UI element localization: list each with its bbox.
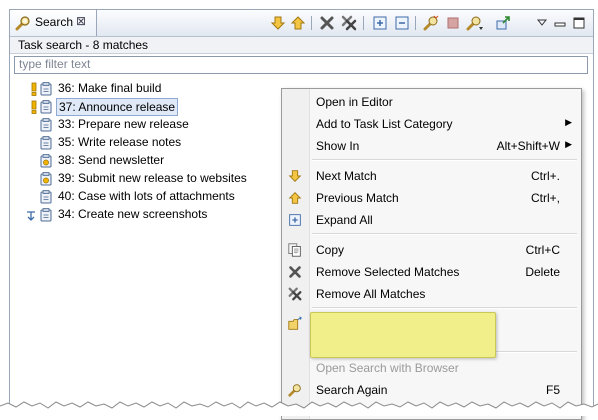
submenu-arrow-icon: ▶ [565,139,572,149]
menu-item-add-to-category[interactable]: Add to Task List Category ▶ [284,113,578,135]
task-row[interactable]: 37: Announce release [10,98,310,116]
close-icon[interactable]: ⊠ [76,14,86,28]
menu-item-label: Next Match [316,169,377,183]
menu-item-shortcut: Ctrl+. [530,169,560,183]
menu-item-shortcut: Ctrl+, [530,191,560,205]
menu-item-shortcut: Ctrl+C [525,243,560,257]
menu-item-label: Search Again [316,383,388,397]
maximize-icon[interactable] [570,14,588,32]
status-line: Task search - 8 matches [10,37,593,54]
pin-icon[interactable] [494,14,512,32]
menu-item-label: Previous Match [316,191,399,205]
submenu-arrow-icon: ▶ [565,117,572,127]
create-query-icon [287,316,303,332]
priority-icon [29,100,39,114]
menu-item-label: Open in Editor [316,95,393,109]
menu-item-label: Remove All Matches [316,287,426,301]
menu-item-open-in-editor[interactable]: Open in Editor [284,91,578,113]
task-label: 36: Make final build [58,81,162,95]
task-row[interactable]: 38: Send newsletter [10,152,310,170]
menu-separator [312,233,577,235]
menu-item-show-in[interactable]: Show In Alt+Shift+W ▶ [284,135,578,157]
task-label: 33: Prepare new release [58,117,189,131]
task-icon [39,100,53,114]
remove-icon[interactable] [318,14,336,32]
stop-icon[interactable] [444,14,462,32]
task-row[interactable]: 39: Submit new release to websites [10,170,310,188]
tab-title: Search [35,15,74,29]
task-row[interactable]: 34: Create new screenshots [10,206,310,224]
menu-item-copy[interactable]: Copy Ctrl+C [284,239,578,261]
expand-all-icon[interactable] [371,14,389,32]
task-icon [39,136,53,150]
task-icon [39,82,53,96]
menu-item-shortcut: F5 [545,383,560,397]
filter-box[interactable] [14,56,588,74]
minimize-icon[interactable] [551,14,569,32]
view-menu-icon[interactable] [533,14,551,32]
torn-edge [0,401,598,416]
refine-dropdown-icon[interactable] [465,14,483,32]
menu-separator [312,159,577,161]
task-label: 37: Announce release [56,98,179,116]
menu-separator [312,307,577,309]
task-icon [39,154,53,168]
menu-item-open-search-with-browser: Open Search with Browser [284,357,578,379]
arrow-down-icon[interactable] [269,14,287,32]
toolbar-separator [311,16,312,30]
task-icon [39,118,53,132]
menu-item-shortcut: Delete [525,265,560,279]
remove-all-icon [287,286,303,302]
match-count-label: Task search - 8 matches [18,38,149,52]
arrow-up-icon [287,190,303,206]
task-label: 38: Send newsletter [58,153,165,167]
incoming-icon [25,208,35,222]
stage: Search ⊠ Task search - 8 matches type fi… [0,0,598,420]
task-icon [39,172,53,186]
arrow-up-icon[interactable] [289,14,307,32]
menu-item-label: Expand All [316,213,373,227]
search-again-icon [287,382,303,398]
menu-item-label: Show In [316,139,360,153]
menu-item-label: Remove Selected Matches [316,265,460,279]
task-label: 40: Case with lots of attachments [58,189,235,203]
toolbar-separator [363,16,364,30]
search-again-icon[interactable] [422,14,440,32]
copy-icon [287,242,303,258]
task-icon [39,190,53,204]
task-row[interactable]: 40: Case with lots of attachments [10,188,310,206]
task-label: 35: Write release notes [58,135,182,149]
view-header: Search ⊠ [10,10,593,37]
arrow-down-icon [287,168,303,184]
context-menu: Open in Editor Add to Task List Category ▶… [281,88,582,420]
menu-item-shortcut: Alt+Shift+W [496,139,560,153]
filter-input[interactable] [15,57,579,71]
expand-all-icon [287,212,303,228]
search-icon [15,15,31,31]
remove-icon [287,264,303,280]
task-row[interactable]: 36: Make final build [10,80,310,98]
priority-icon [29,82,39,96]
menu-item-label: Copy [316,243,345,257]
collapse-all-icon[interactable] [393,14,411,32]
task-row[interactable]: 35: Write release notes [10,134,310,152]
menu-item-remove-all-matches[interactable]: Remove All Matches [284,283,578,305]
menu-item-label: Add to Task List Category [316,117,453,131]
tab-search[interactable]: Search ⊠ [10,10,97,36]
remove-all-icon[interactable] [340,14,358,32]
menu-item-remove-selected-matches[interactable]: Remove Selected Matches Delete [284,261,578,283]
menu-item-previous-match[interactable]: Previous Match Ctrl+, [284,187,578,209]
menu-item-label: Open Search with Browser [316,361,459,375]
task-icon [39,208,53,222]
menu-item-expand-all[interactable]: Expand All [284,209,578,231]
menu-item-next-match[interactable]: Next Match Ctrl+. [284,165,578,187]
task-label: 39: Submit new release to websites [58,171,247,185]
task-label: 34: Create new screenshots [58,207,208,221]
callout-highlight [310,312,496,358]
task-row[interactable]: 33: Prepare new release [10,116,310,134]
toolbar-separator [415,16,416,30]
